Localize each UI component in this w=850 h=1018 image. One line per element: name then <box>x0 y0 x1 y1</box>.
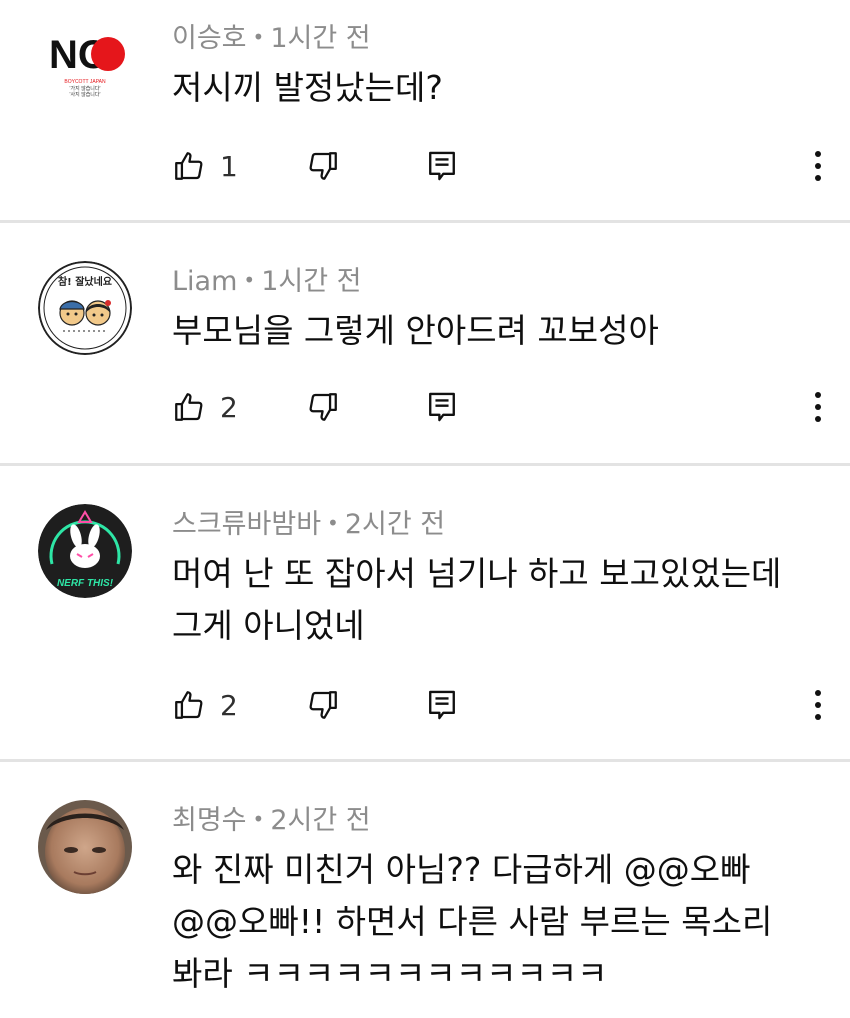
comment-line: @@오빠!! 하면서 다른 사람 부르는 목소리 <box>172 902 773 941</box>
comment-text: 부모님을 그렇게 안아드려 꼬보성아 <box>172 305 812 357</box>
comment-meta: 스크류바밤바 • 2시간 전 <box>172 506 445 542</box>
more-options-button[interactable] <box>814 146 822 186</box>
comment-line: 그게 아니었네 <box>172 606 365 645</box>
logo-red-circle <box>91 37 125 71</box>
thumbs-up-icon <box>175 691 203 719</box>
thumbs-up-icon <box>175 152 203 180</box>
comment-meta: 이승호 • 1시간 전 <box>172 20 371 56</box>
reply-icon <box>429 151 455 181</box>
like-button[interactable]: 2 <box>172 387 238 427</box>
timestamp: 1시간 전 <box>270 23 371 54</box>
avatar-caption: 참! 잘났네요 <box>58 275 112 288</box>
timestamp: 1시간 전 <box>261 266 362 297</box>
comment-actions: 1 <box>172 146 822 186</box>
comment-line: 부모님을 그렇게 안아드려 꼬보성아 <box>172 311 659 350</box>
logo-small-line: '사지 않습니다' <box>70 91 101 98</box>
dislike-button[interactable] <box>306 387 340 427</box>
comment-line: 저시끼 발정났는데? <box>172 68 443 107</box>
avatar[interactable]: NO BOYCOTT JAPAN '가지 않습니다' '사지 않습니다' <box>38 8 132 102</box>
thumbs-down-icon <box>309 152 337 180</box>
no-boycott-logo: NO BOYCOTT JAPAN '가지 않습니다' '사지 않습니다' <box>38 8 132 102</box>
comment-text: 저시끼 발정났는데? <box>172 62 812 114</box>
thumbs-up-icon <box>175 393 203 421</box>
like-count: 2 <box>220 390 238 424</box>
thumbs-down-icon <box>309 393 337 421</box>
comment-line: 봐라 ㅋㅋㅋㅋㅋㅋㅋㅋㅋㅋㅋㅋ <box>172 954 608 993</box>
avatar[interactable]: 참! 잘났네요 <box>38 261 132 355</box>
more-options-button[interactable] <box>814 387 822 427</box>
comment-text: 머여 난 또 잡아서 넘기나 하고 보고있었는데 그게 아니었네 <box>172 548 812 652</box>
author-name[interactable]: Liam <box>172 266 237 297</box>
like-count: 2 <box>220 688 238 722</box>
cartoon-kids-avatar: 참! 잘났네요 <box>38 261 132 355</box>
reply-button[interactable] <box>426 146 458 186</box>
timestamp: 2시간 전 <box>344 509 446 540</box>
logo-small-line: BOYCOTT JAPAN <box>64 79 106 85</box>
reply-button[interactable] <box>426 387 458 427</box>
comment-text: 와 진짜 미친거 아님?? 다급하게 @@오빠 @@오빠!! 하면서 다른 사람… <box>172 844 812 1000</box>
dislike-button[interactable] <box>306 685 340 725</box>
avatar[interactable] <box>38 800 132 894</box>
bunny-emblem-avatar: NERF THIS! <box>38 504 132 598</box>
reply-icon <box>429 392 455 422</box>
more-vert-icon <box>815 392 821 422</box>
like-count: 1 <box>220 149 238 183</box>
avatar-caption: NERF THIS! <box>57 578 114 589</box>
author-name[interactable]: 최명수 <box>172 805 247 836</box>
more-vert-icon <box>815 690 821 720</box>
face-photo-avatar <box>38 800 132 894</box>
comment-actions: 2 <box>172 387 822 427</box>
comment-line: 머여 난 또 잡아서 넘기나 하고 보고있었는데 <box>172 554 782 593</box>
comment-item: NO BOYCOTT JAPAN '가지 않습니다' '사지 않습니다' 이승호… <box>0 0 850 223</box>
avatar[interactable]: NERF THIS! <box>38 504 132 598</box>
logo-small-line: '가지 않습니다' <box>70 85 101 92</box>
timestamp: 2시간 전 <box>270 805 371 836</box>
reply-icon <box>429 690 455 720</box>
comment-actions: 2 <box>172 685 822 725</box>
comment-meta: 최명수 • 2시간 전 <box>172 802 371 838</box>
like-button[interactable]: 2 <box>172 685 238 725</box>
more-options-button[interactable] <box>814 685 822 725</box>
comment-line: 와 진짜 미친거 아님?? 다급하게 @@오빠 <box>172 850 751 889</box>
dislike-button[interactable] <box>306 146 340 186</box>
like-button[interactable]: 1 <box>172 146 238 186</box>
author-name[interactable]: 이승호 <box>172 23 247 54</box>
comment-meta: Liam • 1시간 전 <box>172 263 361 299</box>
separator-dot: • <box>327 511 339 535</box>
reply-button[interactable] <box>426 685 458 725</box>
separator-dot: • <box>252 25 265 49</box>
comment-item: 참! 잘났네요 Liam • 1시간 전 부모님을 그렇게 안아드려 꼬보성아 2 <box>0 223 850 466</box>
author-name[interactable]: 스크류바밤바 <box>172 509 321 540</box>
more-vert-icon <box>815 151 821 181</box>
separator-dot: • <box>243 268 256 292</box>
thumbs-down-icon <box>309 691 337 719</box>
separator-dot: • <box>252 807 265 831</box>
comment-item: 최명수 • 2시간 전 와 진짜 미친거 아님?? 다급하게 @@오빠 @@오빠!!… <box>0 762 850 1018</box>
comment-item: NERF THIS! 스크류바밤바 • 2시간 전 머여 난 또 잡아서 넘기나 하… <box>0 466 850 762</box>
